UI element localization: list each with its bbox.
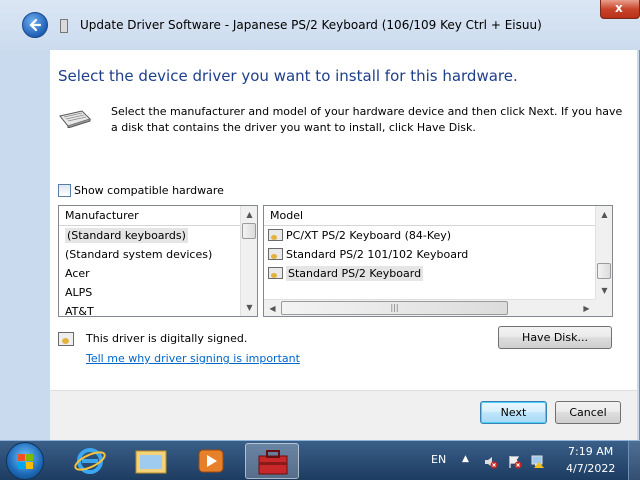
taskbar-internet-explorer[interactable] — [63, 443, 117, 479]
title-bar: Update Driver Software - Japanese PS/2 K… — [0, 0, 640, 50]
show-compatible-label: Show compatible hardware — [74, 184, 224, 197]
driver-icon — [268, 267, 283, 279]
show-desktop-button[interactable] — [628, 441, 640, 480]
media-player-icon — [198, 449, 224, 473]
close-button[interactable]: x — [600, 0, 640, 19]
close-icon: x — [615, 1, 623, 15]
back-button[interactable] — [22, 12, 48, 38]
window-title: Update Driver Software - Japanese PS/2 K… — [80, 18, 542, 32]
model-header: Model — [264, 206, 595, 226]
list-item[interactable]: ALPS — [59, 283, 257, 302]
taskbar: EN ▲ 7:19 AM 4/7/2022 — [0, 440, 640, 480]
signed-text: This driver is digitally signed. — [86, 332, 248, 345]
model-list[interactable]: Model PC/XT PS/2 Keyboard (84-Key) Standa… — [263, 205, 613, 317]
taskbar-device-manager[interactable] — [245, 443, 299, 479]
keyboard-icon — [59, 110, 91, 128]
list-item-label: Acer — [65, 267, 90, 280]
cancel-button[interactable]: Cancel — [555, 401, 621, 424]
taskbar-file-explorer[interactable] — [124, 443, 178, 479]
wizard-content: Select the device driver you want to ins… — [50, 50, 637, 390]
scroll-up-icon[interactable]: ▲ — [596, 206, 613, 223]
list-item-label: Standard PS/2 Keyboard — [286, 266, 424, 281]
driver-signing-link[interactable]: Tell me why driver signing is important — [86, 352, 300, 365]
list-item-label: ALPS — [65, 286, 93, 299]
list-item[interactable]: Standard PS/2 101/102 Keyboard — [264, 245, 612, 264]
toolbox-icon — [258, 450, 288, 475]
scroll-thumb[interactable] — [242, 223, 256, 239]
button-bar: Next Cancel — [50, 390, 637, 440]
page-heading: Select the device driver you want to ins… — [58, 67, 518, 85]
clock-date[interactable]: 4/7/2022 — [566, 462, 615, 475]
hscroll-thumb[interactable]: ||| — [281, 301, 508, 315]
list-item-label: (Standard system devices) — [65, 248, 213, 261]
scroll-up-icon[interactable]: ▲ — [241, 206, 258, 223]
list-item[interactable]: (Standard system devices) — [59, 245, 257, 264]
action-center-flag-icon[interactable] — [508, 455, 522, 469]
language-indicator[interactable]: EN — [431, 453, 446, 466]
list-item[interactable]: AT&T — [59, 302, 257, 321]
scroll-thumb[interactable] — [597, 263, 611, 279]
clock-time[interactable]: 7:19 AM — [568, 445, 613, 458]
list-item-label: AT&T — [65, 305, 94, 318]
scroll-down-icon[interactable]: ▼ — [241, 299, 258, 316]
internet-explorer-icon — [74, 448, 106, 474]
network-warning-icon[interactable] — [531, 455, 545, 469]
speaker-muted-icon[interactable] — [484, 455, 498, 469]
manufacturer-list[interactable]: Manufacturer (Standard keyboards) (Standa… — [58, 205, 258, 318]
list-item[interactable]: (Standard keyboards) — [59, 226, 257, 245]
have-disk-button[interactable]: Have Disk... — [498, 326, 612, 349]
start-button[interactable] — [6, 442, 44, 480]
scroll-down-icon[interactable]: ▼ — [596, 282, 613, 299]
device-icon — [60, 19, 68, 33]
list-item[interactable]: PC/XT PS/2 Keyboard (84-Key) — [264, 226, 612, 245]
manufacturer-scrollbar[interactable]: ▲ ▼ — [240, 206, 257, 316]
windows-logo-icon — [18, 454, 33, 469]
manufacturer-header: Manufacturer — [59, 206, 240, 226]
list-item-label: Standard PS/2 101/102 Keyboard — [286, 248, 469, 261]
scroll-right-icon[interactable]: ▶ — [578, 300, 595, 317]
model-hscrollbar[interactable]: ◀ ||| ▶ — [264, 299, 595, 316]
list-item[interactable]: Standard PS/2 Keyboard — [264, 264, 612, 283]
scroll-corner — [595, 299, 612, 316]
show-compatible-row[interactable]: Show compatible hardware — [58, 184, 224, 197]
driver-icon — [268, 229, 283, 241]
show-compatible-checkbox[interactable] — [58, 184, 71, 197]
list-item[interactable]: Acer — [59, 264, 257, 283]
taskbar-media-player[interactable] — [184, 443, 238, 479]
list-item-label: PC/XT PS/2 Keyboard (84-Key) — [286, 229, 452, 242]
next-button[interactable]: Next — [480, 401, 547, 424]
scroll-left-icon[interactable]: ◀ — [264, 300, 281, 317]
description-text: Select the manufacturer and model of you… — [111, 105, 623, 134]
back-arrow-icon — [29, 18, 42, 32]
model-vscrollbar[interactable]: ▲ ▼ — [595, 206, 612, 299]
show-hidden-icons-icon[interactable]: ▲ — [462, 454, 469, 464]
driver-icon — [268, 248, 283, 260]
list-item-label: (Standard keyboards) — [65, 228, 188, 243]
update-driver-window: Update Driver Software - Japanese PS/2 K… — [0, 0, 640, 440]
folder-icon — [135, 450, 167, 474]
signed-certificate-icon — [58, 332, 74, 346]
